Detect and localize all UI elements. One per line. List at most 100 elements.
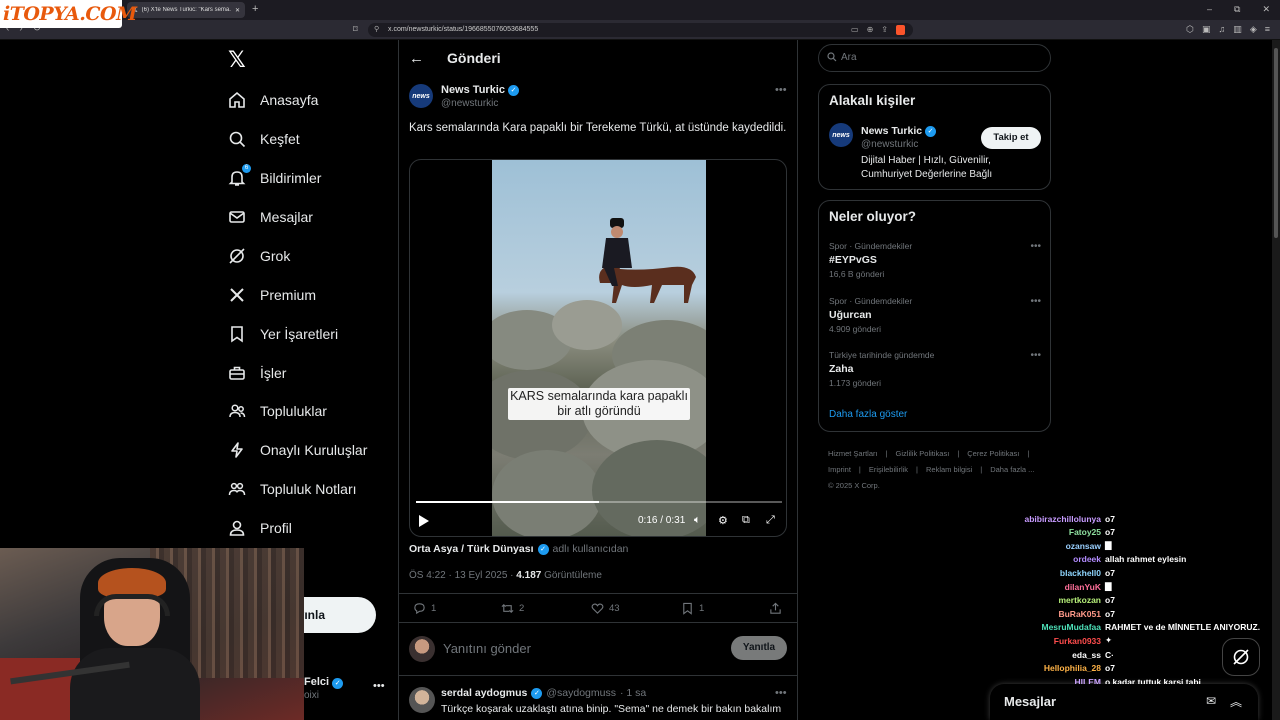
url-field[interactable]: ⚲ x.com/newsturkic/status/19668550760536… bbox=[368, 23, 913, 37]
nav-item-12[interactable]: Profil bbox=[228, 513, 292, 543]
volume-icon[interactable]: 🔈︎ bbox=[694, 514, 701, 527]
trend-count: 16,6 B gönderi bbox=[829, 269, 885, 279]
search-input[interactable]: Ara bbox=[818, 44, 1051, 72]
avatar[interactable]: news bbox=[829, 123, 853, 147]
expand-icon[interactable]: ︽ bbox=[1230, 693, 1242, 710]
post-header: ← Gönderi bbox=[399, 40, 797, 78]
browser-tab[interactable]: 𝕏 (6) X'te News Turkic: "Kars sema... ✕ bbox=[127, 2, 245, 18]
nav-item-5[interactable]: Grok bbox=[228, 241, 290, 271]
author-handle[interactable]: @newsturkic bbox=[441, 98, 498, 109]
bookmark-page-icon[interactable]: ⌑ bbox=[353, 24, 358, 35]
trend-item[interactable]: Türkiye tarihinde gündemde Zaha 1.173 gönd… bbox=[829, 350, 1041, 388]
share-icon[interactable]: ⇪ bbox=[881, 23, 888, 37]
chat-username: blackhell0 bbox=[1059, 567, 1101, 578]
footer-link[interactable]: Imprint bbox=[828, 465, 851, 474]
footer-link[interactable]: Daha fazla ... bbox=[990, 465, 1034, 474]
footer-link[interactable]: Erişilebilirlik bbox=[869, 465, 908, 474]
avatar[interactable] bbox=[409, 636, 435, 662]
vpn-icon[interactable]: ◈ bbox=[1250, 24, 1257, 35]
picture-in-picture-icon[interactable]: ⧉ bbox=[742, 514, 750, 527]
nav-item-8[interactable]: İşler bbox=[228, 358, 286, 388]
sidebar-icon[interactable]: ▥ bbox=[1233, 24, 1242, 35]
chat-message: ordeek allah rahmet eylesin bbox=[1005, 553, 1280, 566]
grok-button[interactable] bbox=[1222, 638, 1260, 676]
related-handle[interactable]: @newsturkic bbox=[861, 139, 918, 150]
share-action[interactable] bbox=[769, 602, 782, 615]
reply-button[interactable]: Yanıtla bbox=[731, 636, 787, 660]
reply-action[interactable]: 1 bbox=[413, 602, 436, 615]
nav-item-label: Mesajlar bbox=[260, 209, 313, 225]
minimize-icon[interactable]: – bbox=[1207, 4, 1212, 15]
settings-icon[interactable]: ⚙ bbox=[718, 514, 728, 527]
verified-badge-icon: ✓ bbox=[508, 84, 519, 96]
footer-link[interactable]: Çerez Politikası bbox=[967, 449, 1019, 458]
more-dots-icon[interactable]: ••• bbox=[775, 84, 787, 96]
author-avatar[interactable]: news bbox=[409, 84, 433, 108]
reply-tweet[interactable]: serdal aydogmus ✓ @saydogmuss · 1 sa Tür… bbox=[399, 681, 797, 720]
more-dots-icon[interactable]: ••• bbox=[1030, 350, 1041, 361]
back-arrow-icon[interactable]: ← bbox=[409, 50, 424, 67]
new-tab-icon[interactable]: + bbox=[252, 3, 258, 15]
verified-badge-icon: ✓ bbox=[537, 543, 549, 555]
browser-tabbar: 𝕏 (6) X'te News Turkic: "Kars sema... ✕ … bbox=[0, 0, 1280, 20]
new-message-icon[interactable]: ✉ bbox=[1206, 694, 1216, 708]
chat-username: dilanYuK bbox=[1064, 581, 1101, 592]
close-window-icon[interactable]: ✕ bbox=[1262, 4, 1270, 15]
close-tab-icon[interactable]: ✕ bbox=[235, 7, 240, 14]
notification-badge: 6 bbox=[242, 164, 251, 173]
tweet-text: Kars semalarında Kara papaklı bir Tereke… bbox=[409, 122, 787, 134]
footer-link[interactable]: Hizmet Şartları bbox=[828, 449, 878, 458]
more-dots-icon[interactable]: ••• bbox=[1030, 241, 1041, 252]
site-info-icon[interactable]: ⚲ bbox=[374, 23, 379, 37]
reply-input[interactable]: Yanıtını gönder bbox=[443, 641, 531, 656]
nav-item-7[interactable]: Yer İşaretleri bbox=[228, 319, 338, 349]
video-progress-bar[interactable] bbox=[416, 501, 782, 503]
restore-icon[interactable]: ⧉ bbox=[1234, 4, 1240, 15]
author-name[interactable]: News Turkic ✓ bbox=[441, 84, 519, 96]
more-dots-icon[interactable]: ••• bbox=[775, 687, 787, 699]
video-frame[interactable]: KARS semalarında kara papaklı bir atlı g… bbox=[492, 160, 706, 536]
zoom-icon[interactable]: ⊕ bbox=[867, 23, 874, 37]
bookmark-action[interactable]: 1 bbox=[681, 602, 704, 615]
retweet-action[interactable]: 2 bbox=[501, 602, 524, 615]
scrollbar[interactable] bbox=[1272, 40, 1280, 720]
extension-icon[interactable]: ⬡ bbox=[1186, 24, 1194, 35]
nav-item-10[interactable]: Onaylı Kuruluşlar bbox=[228, 435, 367, 465]
show-more-link[interactable]: Daha fazla göster bbox=[829, 409, 907, 420]
nav-item-3[interactable]: 6 Bildirimler bbox=[228, 163, 321, 193]
follow-button[interactable]: Takip et bbox=[981, 127, 1041, 149]
play-icon[interactable] bbox=[418, 514, 430, 528]
nav-item-4[interactable]: Mesajlar bbox=[228, 202, 313, 232]
footer-link[interactable]: Reklam bilgisi bbox=[926, 465, 972, 474]
more-dots-icon[interactable]: ••• bbox=[373, 680, 385, 692]
footer-link[interactable]: Gizlilik Politikası bbox=[896, 449, 950, 458]
nav-item-11[interactable]: Topluluk Notları bbox=[228, 474, 357, 504]
chat-text: o7 bbox=[1105, 513, 1115, 524]
trend-item[interactable]: Spor · Gündemdekiler Uğurcan 4.909 gönderi… bbox=[829, 296, 1041, 334]
screenshot-icon[interactable]: ▭ bbox=[851, 23, 859, 37]
messages-dock[interactable]: Mesajlar ✉ ︽ bbox=[990, 684, 1258, 720]
reply-composer: Yanıtını gönder Yanıtla bbox=[399, 628, 797, 676]
fullscreen-icon[interactable]: ⤢ bbox=[766, 514, 775, 527]
avatar[interactable] bbox=[409, 687, 435, 713]
video-player[interactable]: KARS semalarında kara papaklı bir atlı g… bbox=[409, 159, 787, 537]
nav-item-1[interactable]: Anasayfa bbox=[228, 85, 318, 115]
music-icon[interactable]: ♫ bbox=[1219, 24, 1226, 35]
related-name[interactable]: News Turkic ✓ bbox=[861, 125, 937, 137]
nav-item-9[interactable]: Topluluklar bbox=[228, 396, 327, 426]
menu-icon[interactable]: ≡ bbox=[1265, 24, 1270, 35]
footer-link[interactable]: © 2025 X Corp. bbox=[828, 481, 880, 490]
search-icon bbox=[827, 52, 837, 62]
more-dots-icon[interactable]: ••• bbox=[1030, 296, 1041, 307]
video-source[interactable]: Orta Asya / Türk Dünyası ✓ adlı kullanıc… bbox=[409, 543, 628, 555]
wallet-icon[interactable]: ▣ bbox=[1202, 24, 1211, 35]
nav-item-6[interactable]: Premium bbox=[228, 280, 316, 310]
trend-item[interactable]: Spor · Gündemdekiler #EYPvGS 16,6 B gönder… bbox=[829, 241, 1041, 279]
brave-shield-icon[interactable] bbox=[896, 25, 905, 35]
like-action[interactable]: 43 bbox=[591, 602, 620, 615]
nav-item-label: Profil bbox=[260, 520, 292, 536]
trend-count: 4.909 gönderi bbox=[829, 324, 881, 334]
x-logo-icon[interactable]: 𝕏 bbox=[228, 48, 246, 73]
footer-separator: | bbox=[858, 465, 861, 474]
nav-item-2[interactable]: Keşfet bbox=[228, 124, 300, 154]
